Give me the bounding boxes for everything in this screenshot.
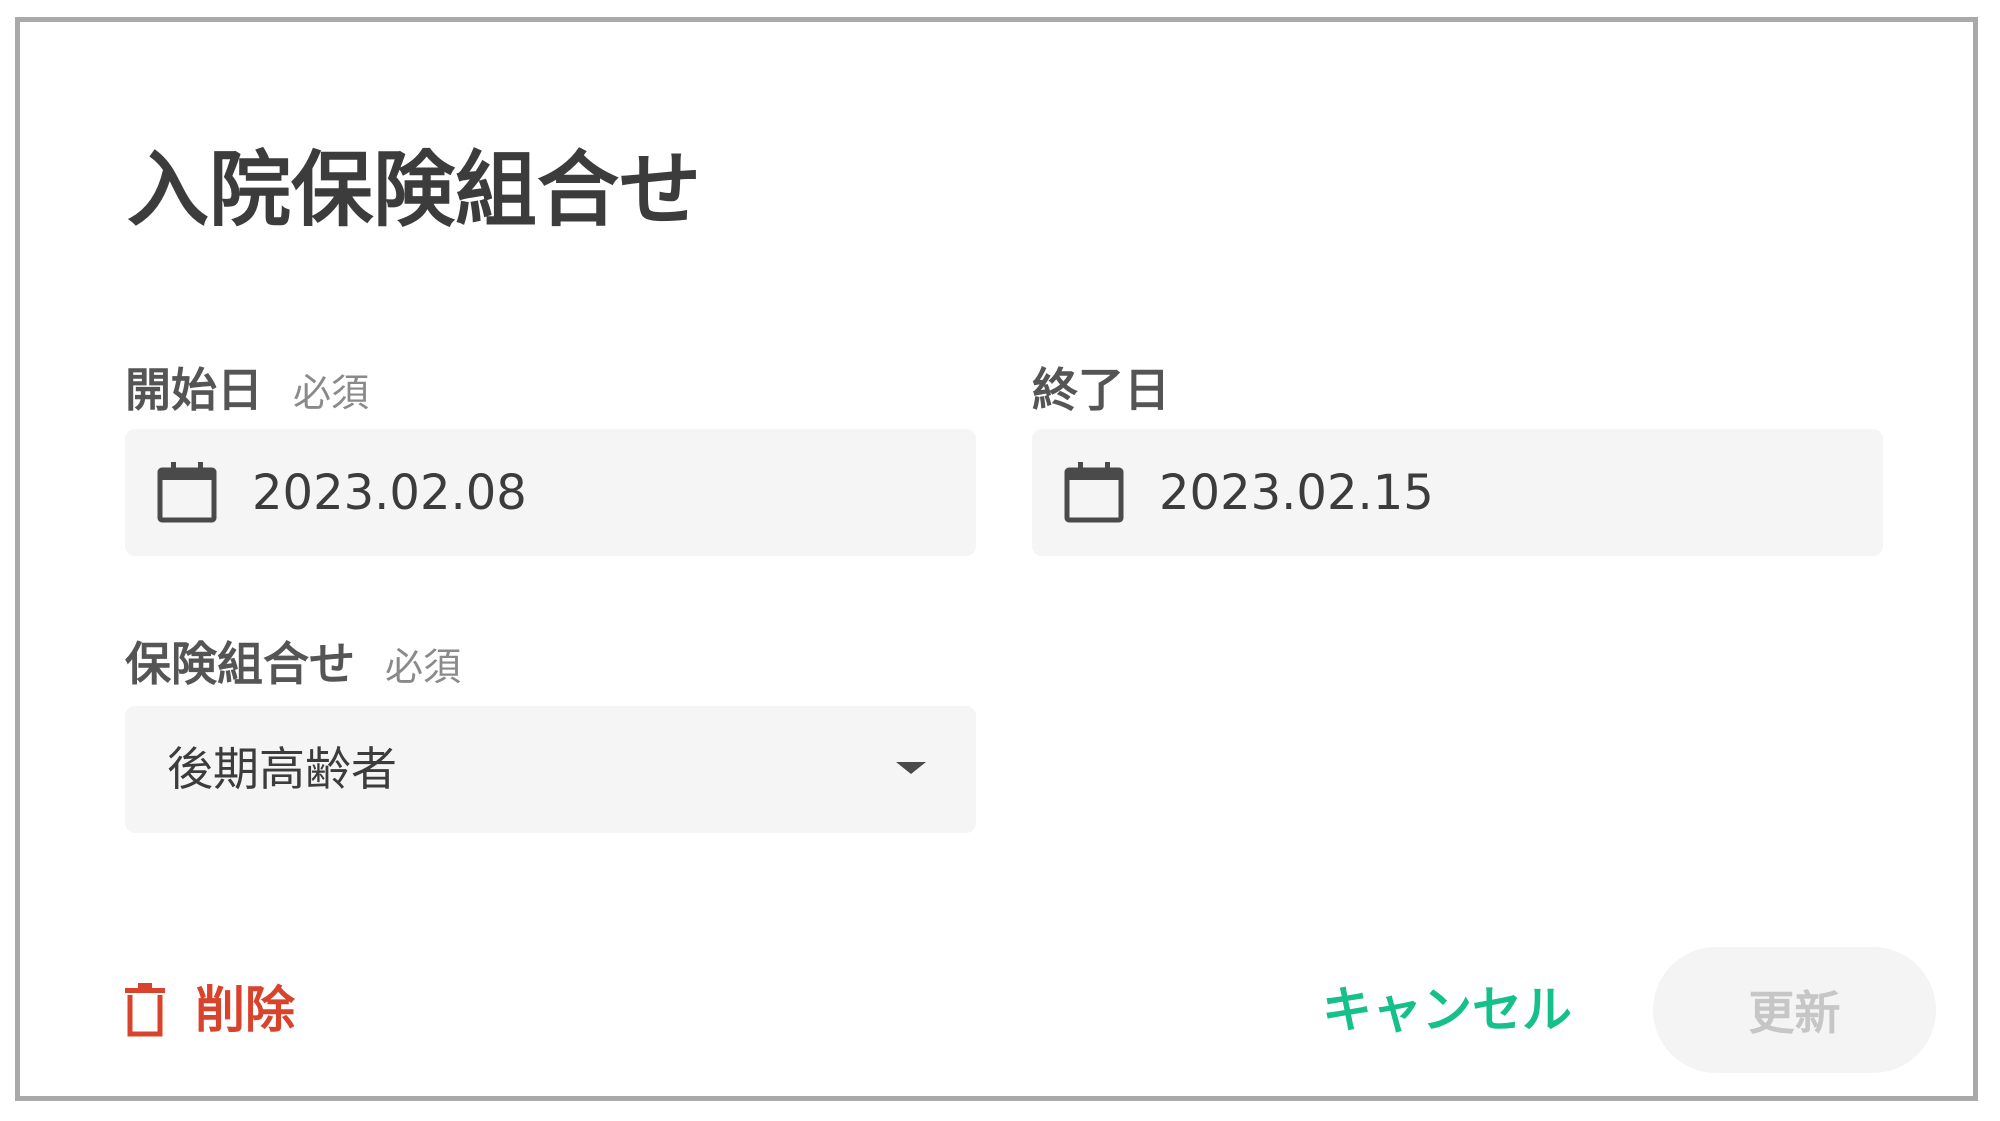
start-date-label-row: 開始日 必須: [125, 367, 369, 413]
trash-icon: [125, 983, 165, 1037]
start-date-value: 2023.02.08: [252, 465, 527, 521]
end-date-field[interactable]: 2023.02.15: [1032, 429, 1883, 556]
insurance-selected-value: 後期高齢者: [167, 742, 397, 796]
insurance-label: 保険組合せ: [125, 637, 355, 691]
start-date-required-tag: 必須: [293, 371, 370, 415]
start-date-label: 開始日: [125, 363, 263, 417]
dialog-title: 入院保険組合せ: [127, 143, 702, 238]
end-date-label: 終了日: [1032, 363, 1170, 417]
update-button[interactable]: 更新: [1653, 947, 1936, 1073]
insurance-label-row: 保険組合せ 必須: [125, 641, 461, 687]
cancel-button[interactable]: キャンセル: [1322, 980, 1572, 1040]
calendar-icon: [1064, 462, 1124, 523]
delete-button[interactable]: 削除: [123, 980, 295, 1040]
delete-label: 削除: [195, 981, 295, 1039]
end-date-value: 2023.02.15: [1159, 465, 1434, 521]
insurance-select[interactable]: 後期高齢者: [125, 706, 976, 833]
start-date-field[interactable]: 2023.02.08: [125, 429, 976, 556]
calendar-icon: [157, 462, 217, 523]
update-label: 更新: [1748, 986, 1841, 1040]
insurance-combination-dialog: 入院保険組合せ 開始日 必須 2023.02.08 終了日 2023.02.15 …: [15, 17, 1978, 1101]
end-date-label-row: 終了日: [1032, 367, 1170, 413]
caret-down-icon: [896, 762, 926, 774]
insurance-required-tag: 必須: [385, 645, 462, 689]
